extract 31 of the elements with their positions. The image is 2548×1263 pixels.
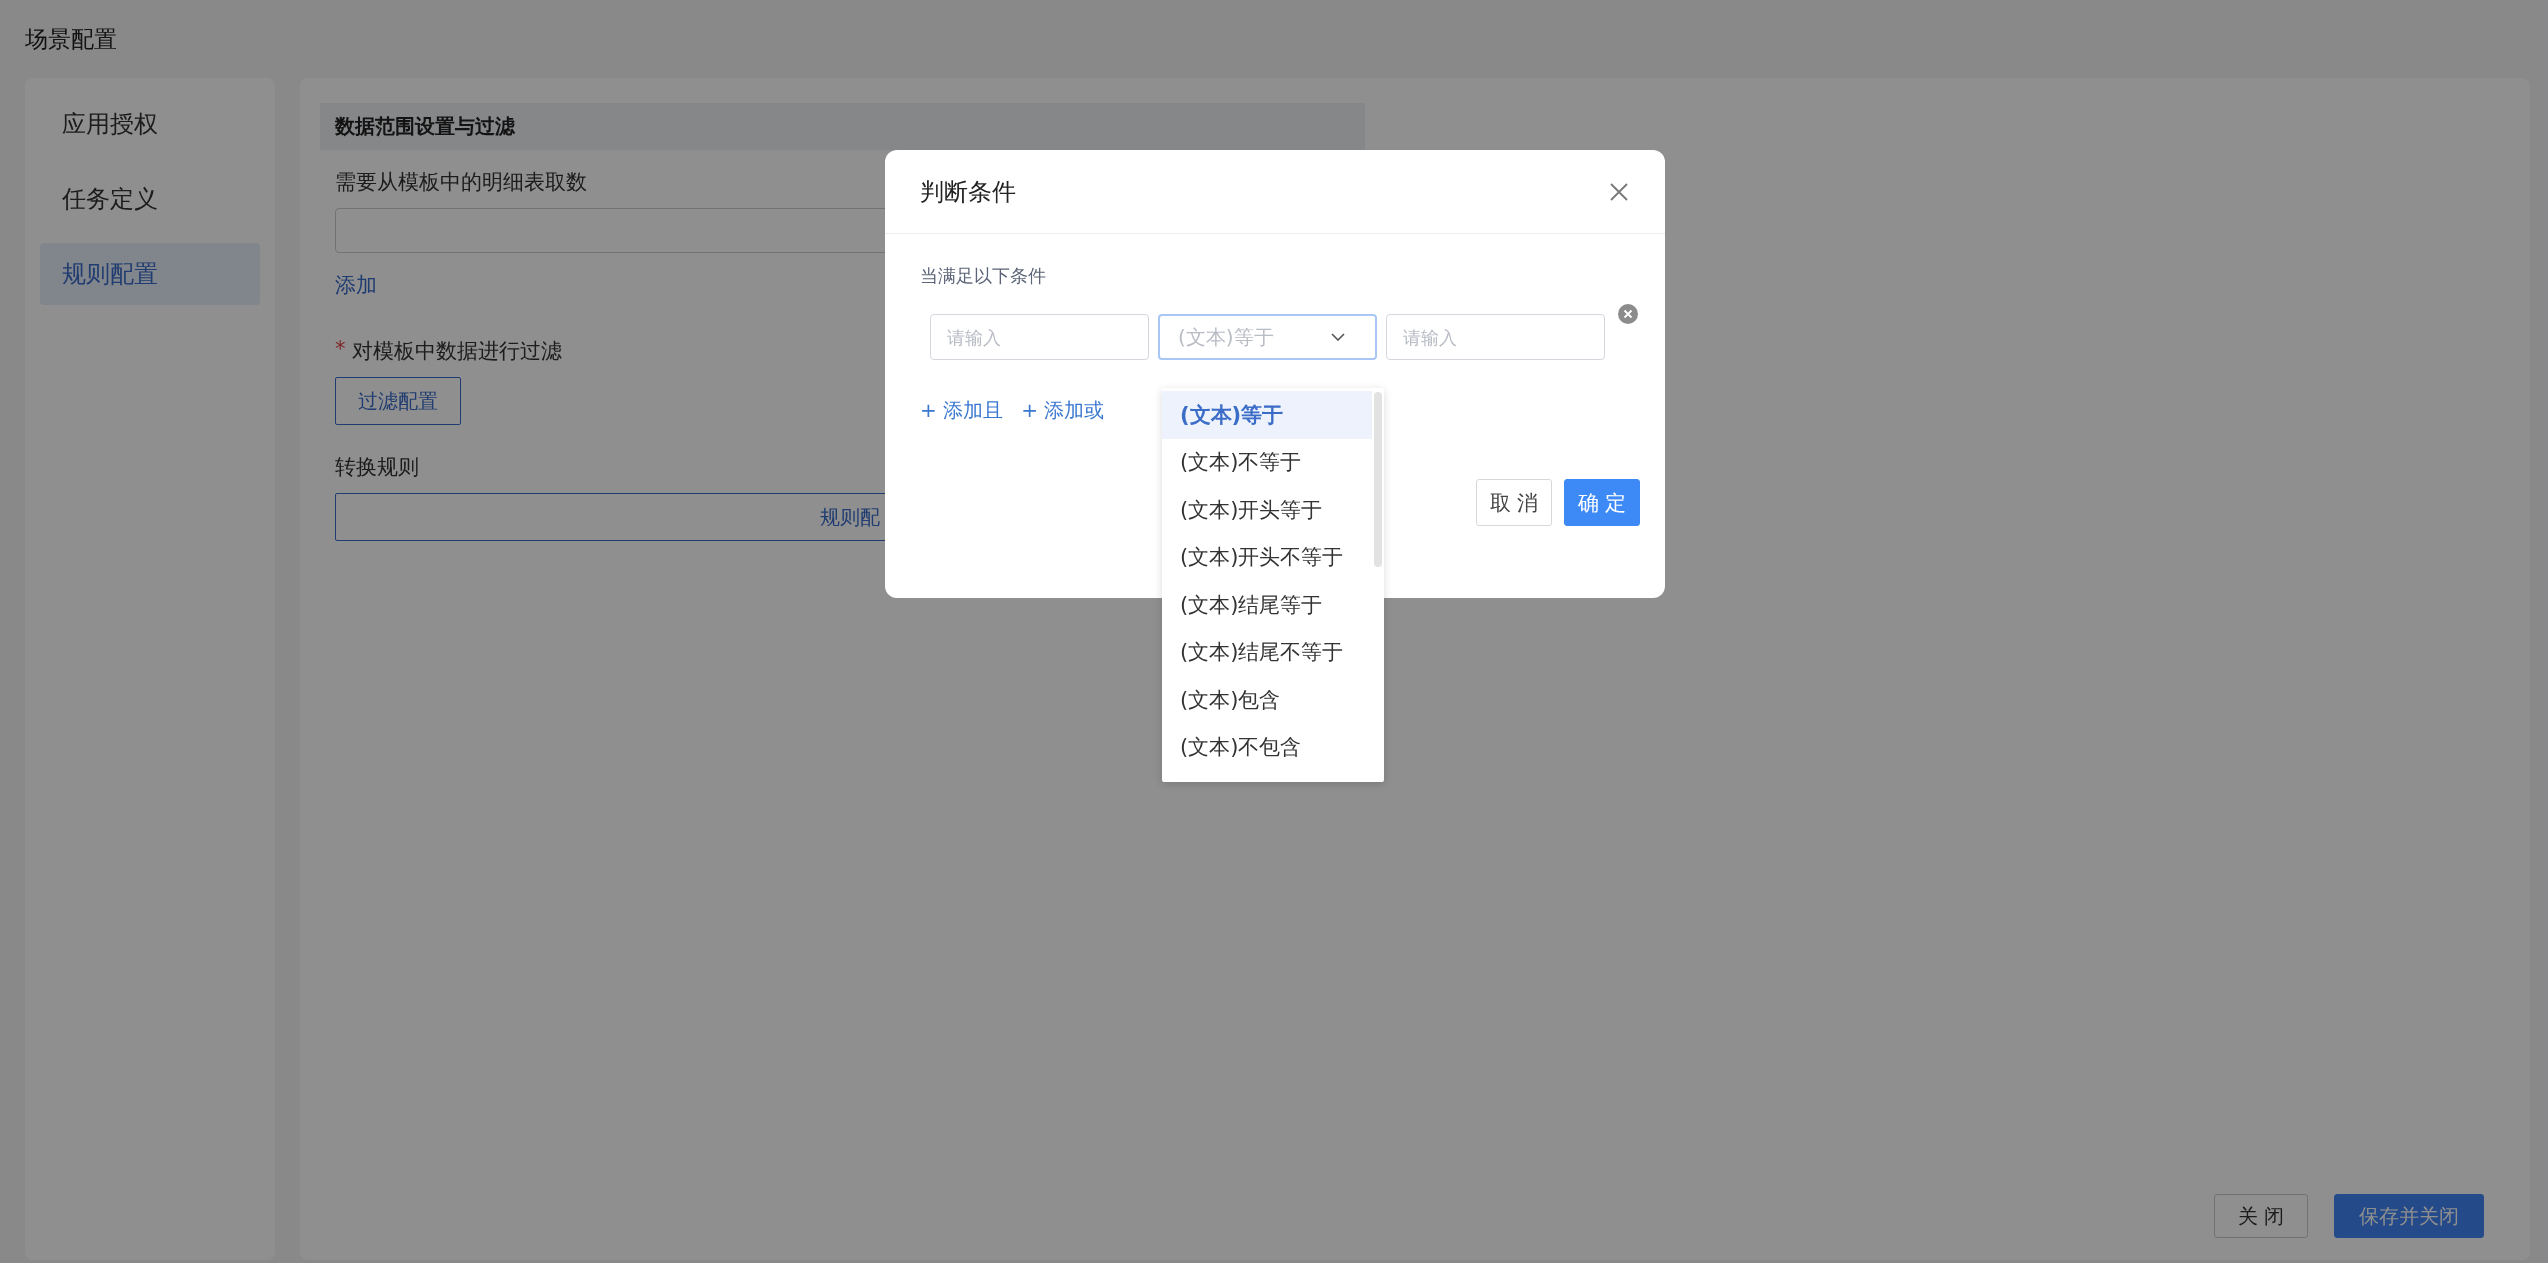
sidebar-item[interactable]: 任务定义: [40, 168, 260, 230]
field-label: 对模板中数据进行过滤: [351, 338, 562, 365]
chevron-down-icon: [1331, 333, 1345, 341]
dropdown-option[interactable]: (文本)结尾不等于: [1162, 628, 1372, 676]
remove-icon[interactable]: [1618, 304, 1638, 324]
input-field[interactable]: 请输入: [930, 314, 1149, 360]
dropdown-option[interactable]: (文本)不包含: [1162, 723, 1372, 771]
close-button[interactable]: 关 闭: [2214, 1194, 2308, 1238]
sidebar-item[interactable]: 规则配置: [40, 243, 260, 305]
dropdown-option[interactable]: (文本)包含: [1162, 676, 1372, 724]
add-condition-link[interactable]: + 添加且: [920, 397, 1004, 424]
page-title: 场景配置: [25, 24, 117, 54]
sidebar-item[interactable]: 应用授权: [40, 93, 260, 155]
dropdown-option[interactable]: (文本)不等于: [1162, 438, 1372, 486]
condition-caption: 当满足以下条件: [920, 264, 1047, 288]
save-close-button[interactable]: 保存并关闭: [2334, 1194, 2484, 1238]
cancel-button[interactable]: 取 消: [1476, 479, 1552, 526]
add-link[interactable]: 添加: [335, 271, 377, 299]
input-field[interactable]: 请输入: [1386, 314, 1605, 360]
filter-config-button[interactable]: 过滤配置: [335, 377, 461, 425]
required-mark: *: [335, 337, 346, 363]
scrollbar[interactable]: [1374, 392, 1382, 567]
add-condition-link[interactable]: + 添加或: [1021, 397, 1105, 424]
field-label: 转换规则: [335, 454, 419, 481]
field-label: 需要从模板中的明细表取数: [335, 169, 587, 196]
confirm-button[interactable]: 确 定: [1564, 479, 1640, 526]
dialog-title: 判断条件: [920, 176, 1016, 208]
close-icon[interactable]: [1609, 181, 1629, 202]
dropdown-option[interactable]: (文本)等于: [1162, 391, 1372, 439]
dropdown-option[interactable]: (文本)结尾等于: [1162, 581, 1372, 629]
section-header: 数据范围设置与过滤: [320, 103, 1365, 150]
